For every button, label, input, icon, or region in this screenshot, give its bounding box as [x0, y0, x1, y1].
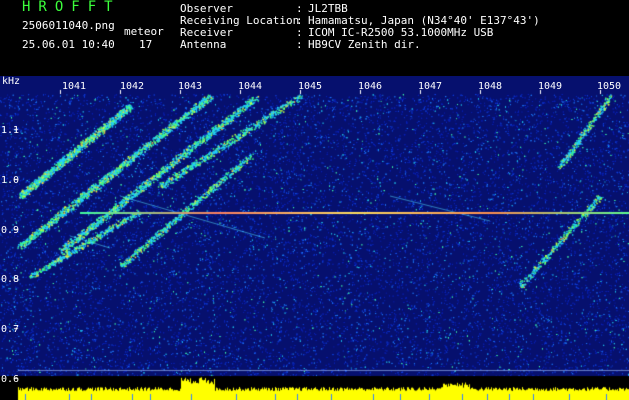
spectrogram-waterfall: [0, 76, 629, 400]
meteor-count: 17: [139, 38, 153, 51]
filename-text: 2506011040.png: [22, 19, 115, 32]
header-panel: HROFFT 2506011040.png 25.06.01 10:40 met…: [0, 0, 629, 76]
antenna-value: HB9CV Zenith dir.: [308, 38, 421, 51]
app-title: HROFFT: [22, 0, 121, 15]
antenna-colon: :: [296, 38, 303, 51]
antenna-label: Antenna: [180, 38, 227, 51]
datetime-text: 25.06.01 10:40: [22, 38, 115, 51]
meteor-label: meteor: [124, 25, 164, 38]
